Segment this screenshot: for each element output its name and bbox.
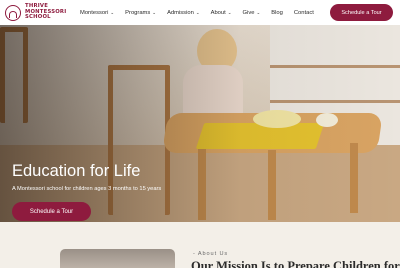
about-section: - About Us Our Mission Is to Prepare Chi… [0,222,400,268]
about-image [60,249,175,268]
logo-icon [5,4,21,21]
nav-item-contact[interactable]: Contact [294,10,314,16]
nav-item-label: Admission [167,9,194,16]
section-eyebrow: - About Us [193,251,229,257]
nav-item-montessori[interactable]: Montessori ⌄ [80,10,114,16]
chevron-down-icon: ⌄ [195,9,200,15]
nav-item-about[interactable]: About ⌄ [211,10,232,16]
hero-title: Education for Life [12,162,141,180]
nav-item-label: Programs [125,9,151,16]
nav-item-programs[interactable]: Programs ⌄ [125,10,156,16]
hero-section: Education for Life A Montessori school f… [0,25,400,222]
logo-wordmark: THRIVE MONTESSORI SCHOOL [25,3,67,21]
schedule-tour-button[interactable]: Schedule a Tour [330,4,393,21]
mission-heading: Our Mission Is to Prepare Children for [191,259,400,268]
chevron-down-icon: ⌄ [256,9,261,15]
hero-schedule-tour-button[interactable]: Schedule a Tour [12,202,91,221]
site-logo[interactable]: THRIVE MONTESSORI SCHOOL [5,0,66,25]
nav-item-label: Contact [293,9,314,16]
nav-item-give[interactable]: Give ⌄ [243,10,261,16]
site-header: THRIVE MONTESSORI SCHOOL Montessori ⌄ Pr… [0,0,400,25]
page: THRIVE MONTESSORI SCHOOL Montessori ⌄ Pr… [0,0,400,268]
hero-subtitle: A Montessori school for children ages 3 … [12,186,162,192]
nav-item-admission[interactable]: Admission ⌄ [167,10,200,16]
nav-item-label: Montessori [80,9,109,16]
main-nav: Montessori ⌄ Programs ⌄ Admission ⌄ Abou… [80,0,325,25]
chevron-down-icon: ⌄ [227,9,232,15]
nav-item-label: Give [242,9,255,16]
chevron-down-icon: ⌄ [152,9,157,15]
chevron-down-icon: ⌄ [110,9,115,15]
hero-overlay [0,25,400,222]
nav-item-label: Blog [271,9,283,16]
nav-item-label: About [210,9,226,16]
nav-item-blog[interactable]: Blog [271,10,283,16]
